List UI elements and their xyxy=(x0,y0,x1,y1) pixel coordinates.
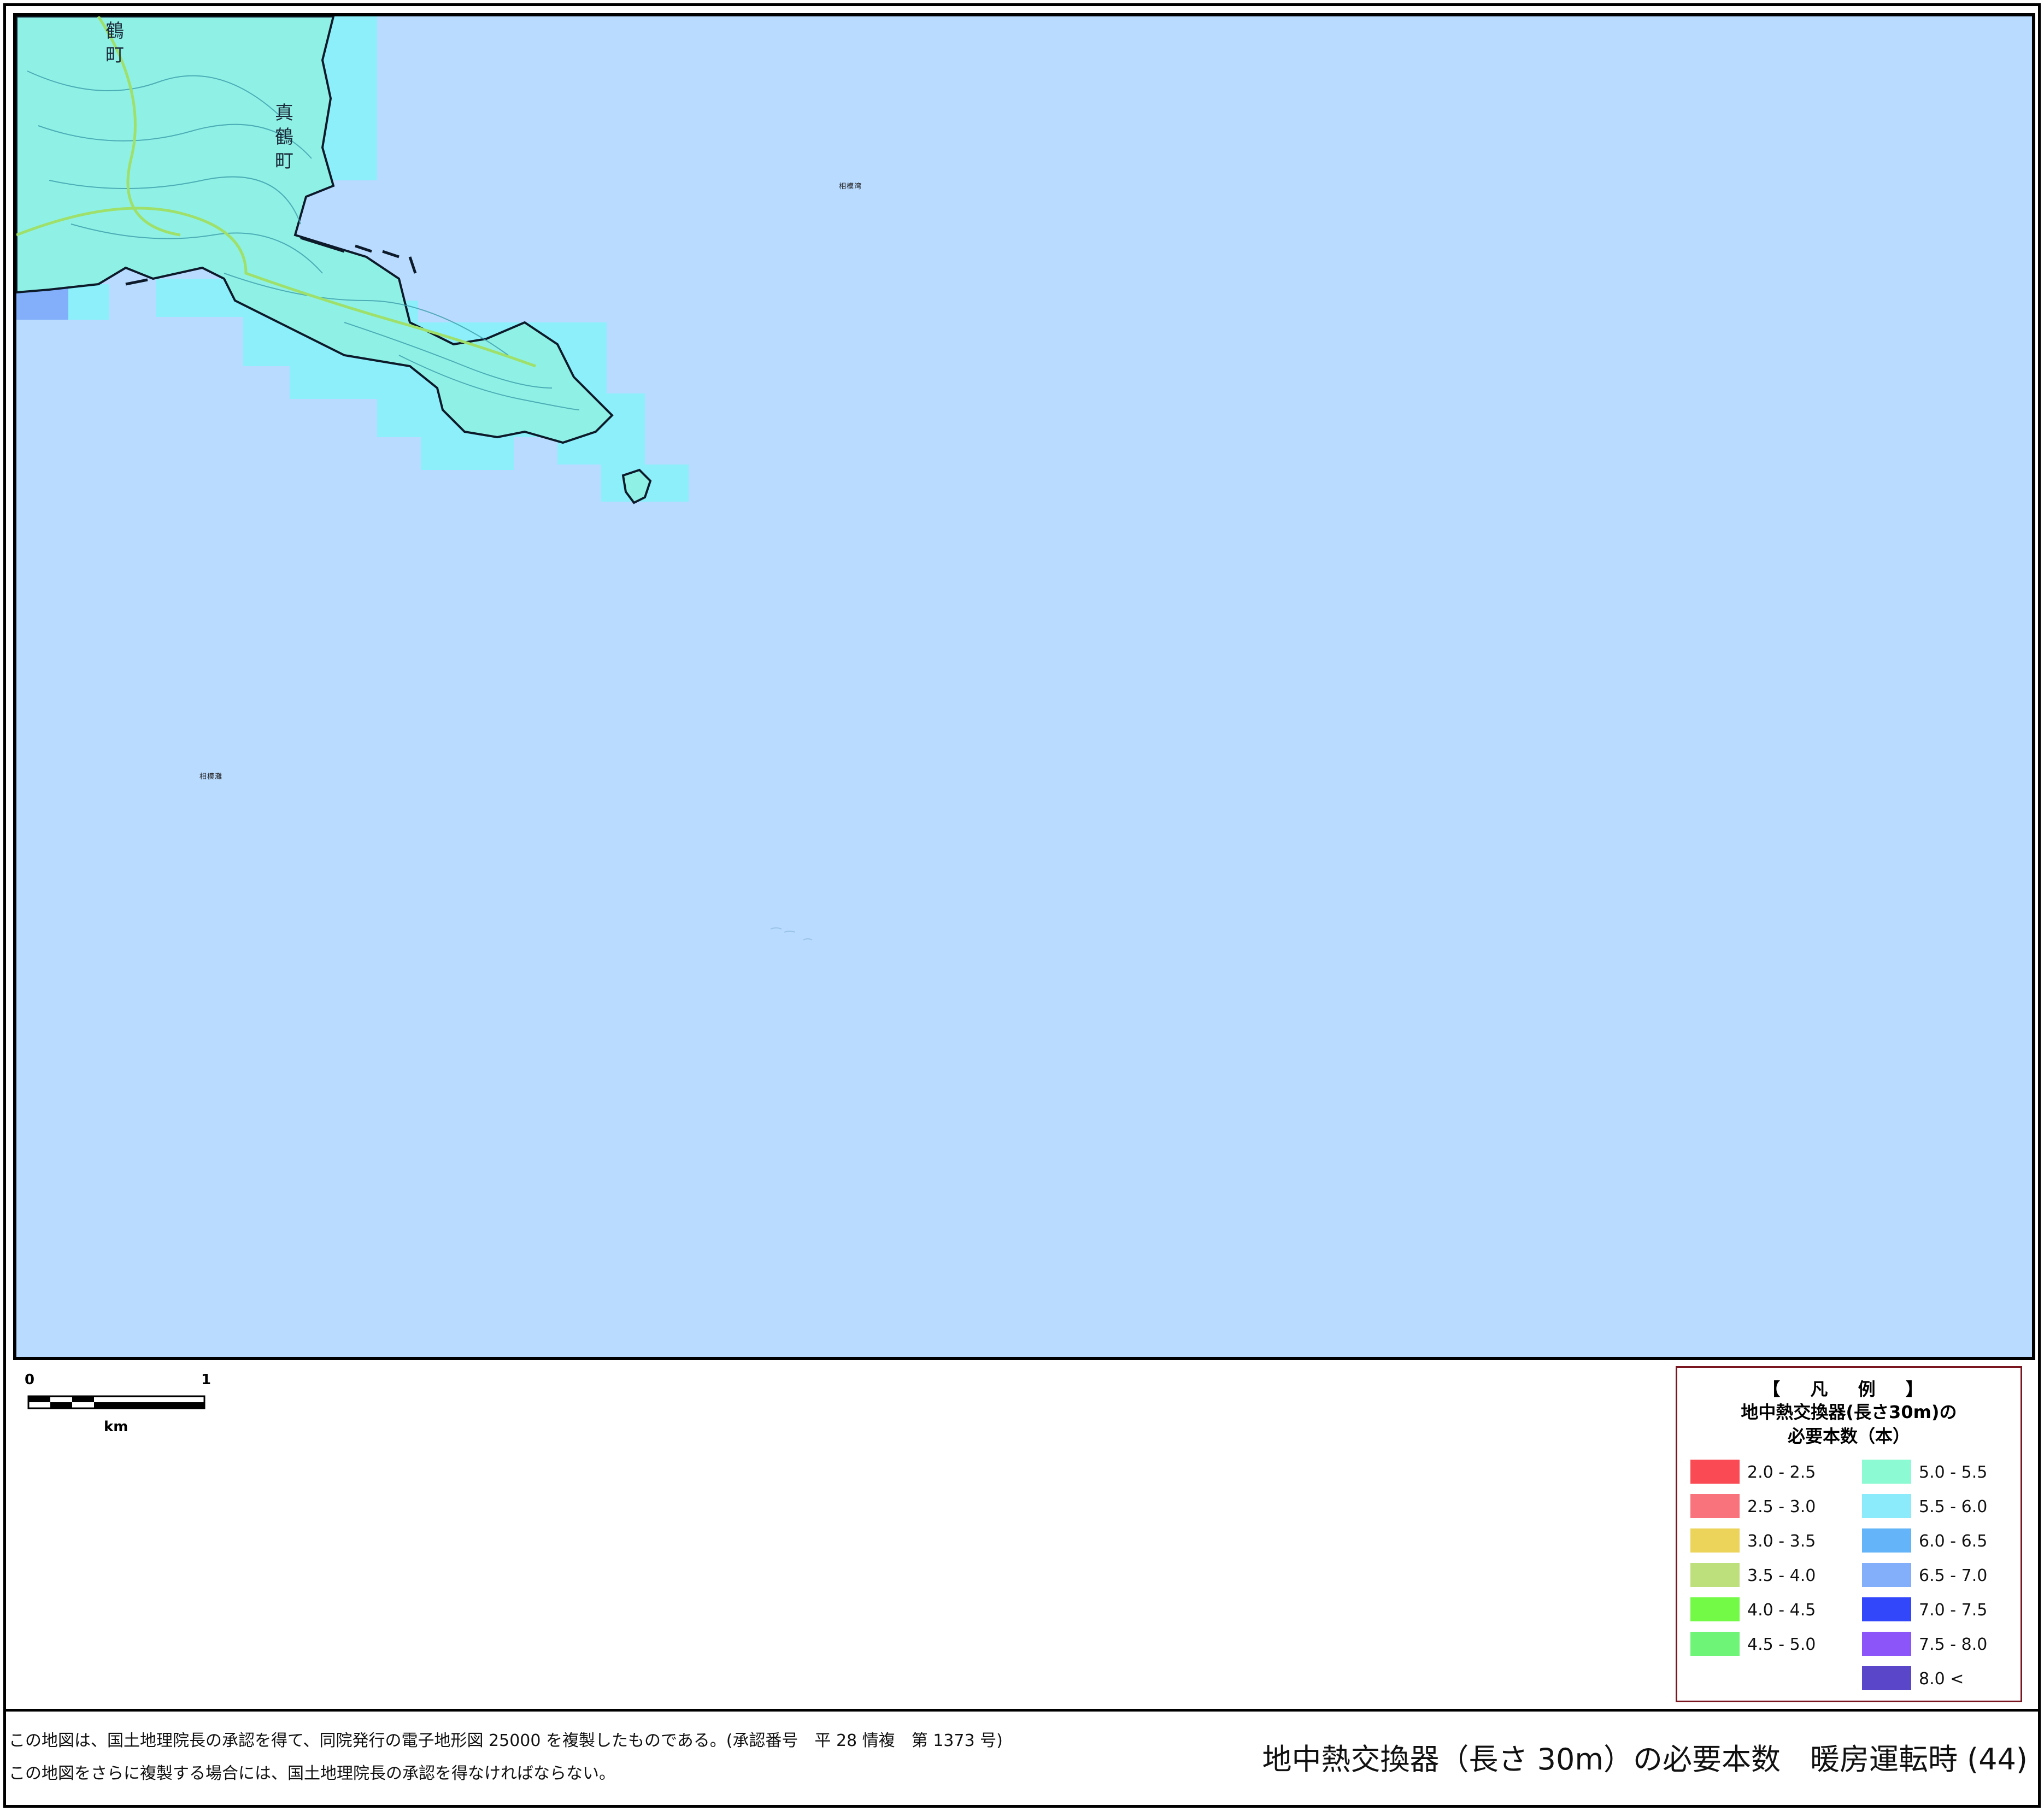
place-label-sagami-nada: 相模灘 xyxy=(199,773,223,781)
map-title: 地中熱交換器（長さ 30m）の必要本数 暖房運転時 (44) xyxy=(1262,1742,2028,1777)
legend-swatch xyxy=(1690,1563,1740,1587)
scale-start-label: 0 xyxy=(25,1372,35,1388)
legend-label: 7.0 - 7.5 xyxy=(1919,1601,1988,1620)
legend-label: 8.0 < xyxy=(1919,1669,1964,1689)
map-canvas xyxy=(16,16,813,940)
legend-swatch xyxy=(1690,1632,1740,1656)
legend-label: 4.0 - 4.5 xyxy=(1747,1601,1816,1620)
town-label-partial: 鶴町 xyxy=(105,20,124,66)
mesh-cell-5-5-6-0 xyxy=(333,16,377,180)
legend-subtitle-line1: 地中熱交換器(長さ30m)の xyxy=(1741,1402,1957,1422)
legend-label: 7.5 - 8.0 xyxy=(1919,1635,1988,1654)
scale-unit-label: km xyxy=(104,1419,128,1435)
legend-label: 3.0 - 3.5 xyxy=(1747,1532,1816,1551)
legend-label: 2.5 - 3.0 xyxy=(1747,1497,1816,1516)
legend-swatch xyxy=(1862,1563,1911,1587)
sea-rocks xyxy=(770,927,813,940)
legend-label: 6.0 - 6.5 xyxy=(1919,1532,1988,1551)
town-label-manazuru: 真鶴町 xyxy=(275,102,293,172)
legend-swatch xyxy=(1690,1597,1740,1621)
place-label-sagami-bay: 相模湾 xyxy=(839,183,862,191)
legend-swatch xyxy=(1862,1528,1911,1553)
legend-swatch xyxy=(1862,1494,1911,1518)
copyright-note-line1: この地図は、国土地理院長の承認を得て、同院発行の電子地形図 25000 を複製し… xyxy=(9,1731,1003,1750)
legend-subtitle-line2: 必要本数（本） xyxy=(1787,1426,1910,1447)
legend-swatch xyxy=(1862,1597,1911,1621)
legend-swatch xyxy=(1690,1494,1740,1518)
legend-label: 2.0 - 2.5 xyxy=(1747,1463,1816,1482)
legend-label: 6.5 - 7.0 xyxy=(1919,1566,1988,1585)
legend-swatch xyxy=(1862,1666,1911,1690)
copyright-note-line2: この地図をさらに複製する場合には、国土地理院長の承認を得なければならない。 xyxy=(9,1764,615,1783)
scale-end-label: 1 xyxy=(201,1372,212,1388)
legend-swatch xyxy=(1690,1460,1740,1484)
legend-label: 4.5 - 5.0 xyxy=(1747,1635,1816,1654)
legend-label: 3.5 - 4.0 xyxy=(1747,1566,1816,1585)
scale-bar-graphic xyxy=(27,1395,205,1409)
legend-swatch xyxy=(1690,1528,1740,1553)
legend-box: 【 凡 例 】 地中熱交換器(長さ30m)の 必要本数（本） 2.0 - 2.5… xyxy=(1676,1366,2022,1702)
legend-swatch xyxy=(1862,1632,1911,1656)
legend-label: 5.0 - 5.5 xyxy=(1919,1463,1988,1482)
scale-bar: 0 1 km xyxy=(25,1372,213,1435)
footer-divider xyxy=(3,1709,2041,1712)
legend-swatch xyxy=(1862,1460,1911,1484)
legend-label: 5.5 - 6.0 xyxy=(1919,1497,1988,1516)
map-frame[interactable]: 相模湾 相模灘 真鶴町 鶴町 xyxy=(13,13,2035,1360)
legend-header: 【 凡 例 】 xyxy=(1763,1379,1935,1400)
